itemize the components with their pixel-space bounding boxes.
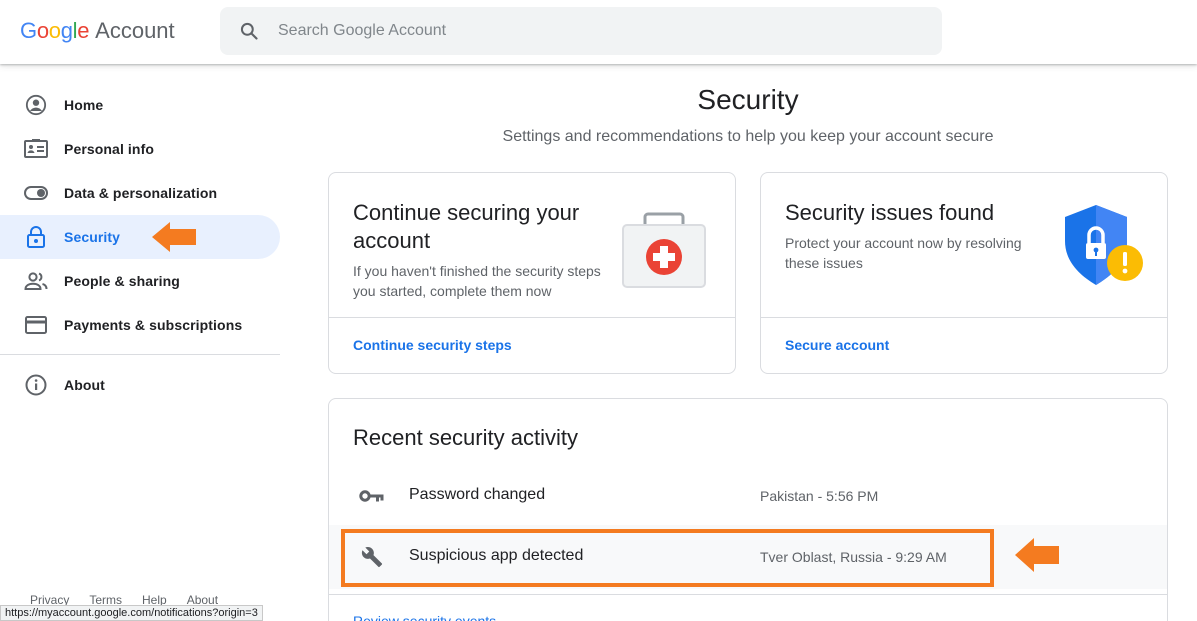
search-icon[interactable] bbox=[220, 21, 278, 41]
google-account-logo[interactable]: Google Account bbox=[20, 18, 175, 44]
card-separator bbox=[329, 594, 1167, 595]
sidebar-item-label: Data & personalization bbox=[64, 185, 218, 201]
activity-meta: Pakistan - 5:56 PM bbox=[760, 488, 879, 504]
page-subtitle: Settings and recommendations to help you… bbox=[502, 128, 994, 145]
sidebar-divider bbox=[0, 354, 280, 355]
activity-label: Password changed bbox=[409, 486, 546, 503]
annotation-highlight-box bbox=[341, 529, 994, 587]
recent-activity-card: Recent security activity Password change… bbox=[328, 398, 1168, 621]
card-description: If you haven't finished the security ste… bbox=[353, 263, 601, 299]
sidebar-item-security[interactable]: Security bbox=[0, 215, 280, 259]
lock-icon bbox=[24, 226, 48, 248]
sidebar-item-label: Home bbox=[64, 97, 104, 113]
card-separator bbox=[329, 317, 735, 318]
shield-warning-icon bbox=[1061, 201, 1147, 292]
key-icon bbox=[359, 484, 385, 508]
account-circle-icon bbox=[24, 94, 48, 116]
card-description: Protect your account now by resolving th… bbox=[785, 235, 1022, 271]
id-card-icon bbox=[24, 138, 48, 160]
sidebar-item-home[interactable]: Home bbox=[0, 83, 280, 127]
continue-security-steps-link[interactable]: Continue security steps bbox=[353, 337, 512, 353]
toggle-icon bbox=[24, 182, 48, 204]
header: Google Account bbox=[0, 0, 1197, 64]
page-title: Security bbox=[697, 84, 799, 115]
people-icon bbox=[24, 270, 48, 292]
info-icon bbox=[24, 374, 48, 396]
status-bar-url: https://myaccount.google.com/notificatio… bbox=[0, 605, 263, 621]
sidebar-item-label: Personal info bbox=[64, 141, 154, 157]
sidebar-item-label: People & sharing bbox=[64, 273, 180, 289]
first-aid-kit-icon bbox=[621, 211, 707, 294]
sidebar-item-label: About bbox=[64, 377, 105, 393]
sidebar: Home Personal info Data & personalizatio… bbox=[0, 64, 280, 621]
sidebar-item-label: Security bbox=[64, 229, 121, 245]
secure-account-link[interactable]: Secure account bbox=[785, 337, 889, 353]
credit-card-icon bbox=[24, 314, 48, 336]
sidebar-item-label: Payments & subscriptions bbox=[64, 317, 243, 333]
account-wordmark: Account bbox=[95, 18, 175, 43]
annotation-arrow-left bbox=[1015, 538, 1059, 572]
search-input[interactable] bbox=[278, 22, 878, 40]
sidebar-item-personal-info[interactable]: Personal info bbox=[0, 127, 280, 171]
google-wordmark: Google bbox=[20, 18, 90, 43]
sidebar-item-about[interactable]: About bbox=[0, 363, 280, 407]
annotation-arrow-left bbox=[152, 222, 196, 252]
activity-row-password[interactable]: Password changed Pakistan - 5:56 PM bbox=[329, 464, 1167, 528]
card-title: Continue securing your account bbox=[353, 200, 580, 253]
sidebar-item-payments[interactable]: Payments & subscriptions bbox=[0, 303, 280, 347]
continue-securing-card: Continue securing your account If you ha… bbox=[328, 172, 736, 374]
search-bar[interactable] bbox=[220, 7, 942, 55]
card-title: Recent security activity bbox=[353, 425, 578, 450]
sidebar-item-data-personalization[interactable]: Data & personalization bbox=[0, 171, 280, 215]
card-separator bbox=[761, 317, 1167, 318]
security-issues-card: Security issues found Protect your accou… bbox=[760, 172, 1168, 374]
review-security-events-link[interactable]: Review security events bbox=[353, 613, 496, 621]
sidebar-item-people-sharing[interactable]: People & sharing bbox=[0, 259, 280, 303]
card-title: Security issues found bbox=[785, 200, 995, 225]
